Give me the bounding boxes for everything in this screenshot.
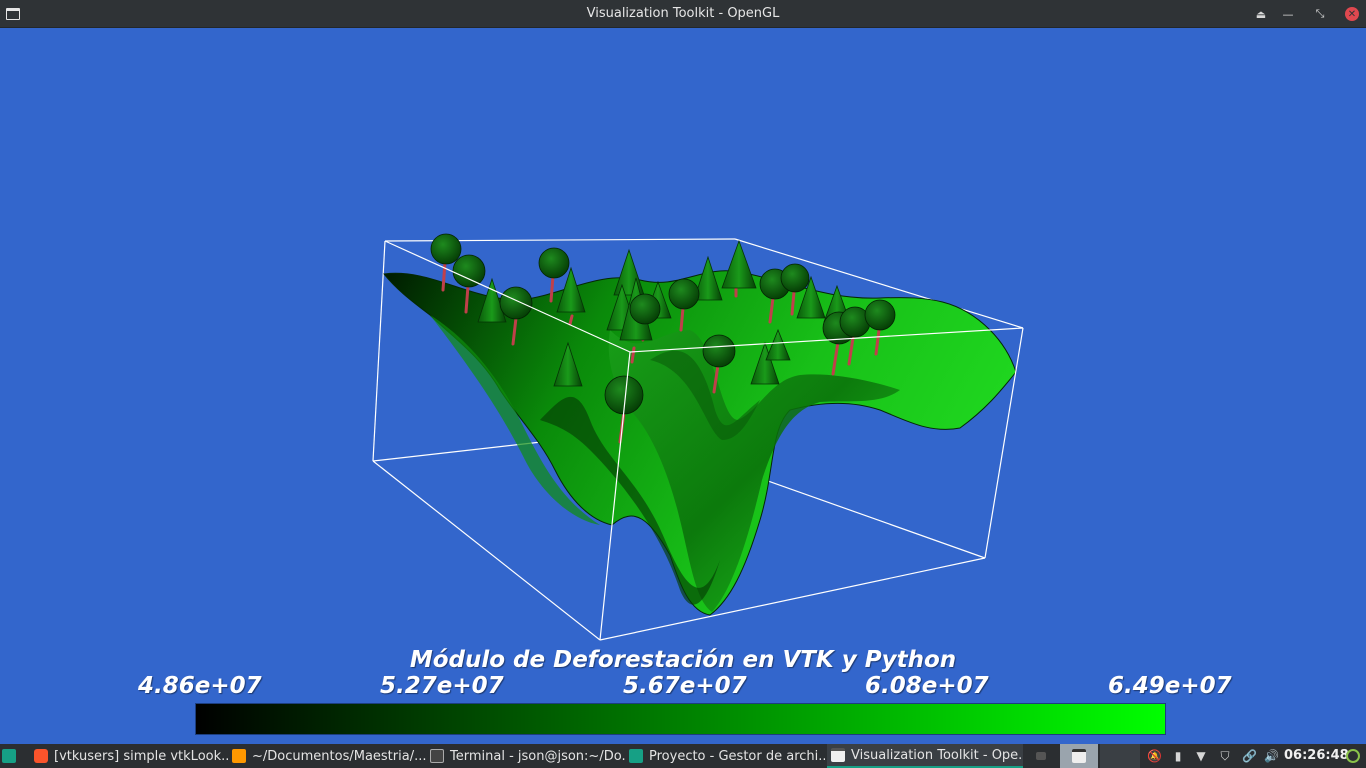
taskbar-item-label: Terminal - json@json:~/Do... <box>450 748 626 764</box>
terminal-icon <box>430 749 444 763</box>
taskbar-item-editor[interactable]: ~/Documentos/Maestria/... <box>232 744 428 768</box>
scene-title: Módulo de Deforestación en VTK y Python <box>409 647 957 673</box>
colorbar-tick-label: 6.49e+07 <box>1108 673 1232 699</box>
taskbar-item-label: [vtkusers] simple vtkLook... <box>54 748 230 764</box>
volume-icon[interactable]: 🔊 <box>1264 749 1279 763</box>
close-button[interactable]: ✕ <box>1345 7 1359 21</box>
sublime-text-icon <box>232 749 246 763</box>
clipboard-link-icon[interactable]: 🔗 <box>1242 749 1257 763</box>
taskbar-item-label: ~/Documentos/Maestria/... <box>252 748 427 764</box>
taskbar-item-file-manager[interactable]: Proyecto - Gestor de archi... <box>629 744 825 768</box>
taskbar-item-terminal[interactable]: Terminal - json@json:~/Do... <box>430 744 626 768</box>
folder-icon <box>629 749 643 763</box>
workspace-icon <box>1036 752 1046 760</box>
updates-icon[interactable] <box>1346 749 1360 763</box>
workspace-1-button[interactable] <box>1036 744 1056 768</box>
brave-browser-icon <box>34 749 48 763</box>
manjaro-logo-icon <box>2 749 16 763</box>
colorbar-tick-label: 6.08e+07 <box>865 673 989 699</box>
taskbar-item-browser[interactable]: [vtkusers] simple vtkLook... <box>34 744 230 768</box>
taskbar-item-vtk-window[interactable]: Visualization Toolkit - Ope... <box>827 744 1023 768</box>
application-menu-button[interactable] <box>2 744 24 768</box>
render-viewport[interactable]: Módulo de Deforestación en VTK y Python … <box>0 28 1366 744</box>
minimize-button[interactable]: — <box>1278 4 1298 24</box>
colorbar-tick-label: 4.86e+07 <box>138 673 262 699</box>
keep-above-button[interactable]: ⏏ <box>1251 4 1271 24</box>
colorbar-tick-label: 5.67e+07 <box>623 673 747 699</box>
workspace-2-button[interactable] <box>1060 744 1098 768</box>
workspace-icon <box>1072 749 1086 763</box>
clock[interactable]: 06:26:48 <box>1284 748 1349 763</box>
taskbar-item-label: Visualization Toolkit - Ope... <box>851 747 1023 763</box>
scene-canvas <box>372 233 1024 641</box>
window-icon <box>831 748 845 762</box>
scalar-colorbar <box>195 703 1166 735</box>
window-titlebar[interactable]: Visualization Toolkit - OpenGL ⏏ — ⤡ ✕ <box>0 0 1366 28</box>
security-shield-icon[interactable]: ⛉ <box>1218 749 1232 763</box>
restore-button[interactable]: ⤡ <box>1310 4 1330 24</box>
wifi-icon[interactable]: ▼ <box>1194 749 1208 763</box>
taskbar-item-label: Proyecto - Gestor de archi... <box>649 748 825 764</box>
window-title: Visualization Toolkit - OpenGL <box>586 6 780 21</box>
workspace-3-button[interactable] <box>1100 744 1140 768</box>
notifications-muted-icon[interactable]: 🔕 <box>1147 749 1162 763</box>
colorbar-tick-label: 5.27e+07 <box>380 673 504 699</box>
taskbar: [vtkusers] simple vtkLook... ~/Documento… <box>0 744 1366 768</box>
battery-icon[interactable]: ▮ <box>1171 749 1185 763</box>
